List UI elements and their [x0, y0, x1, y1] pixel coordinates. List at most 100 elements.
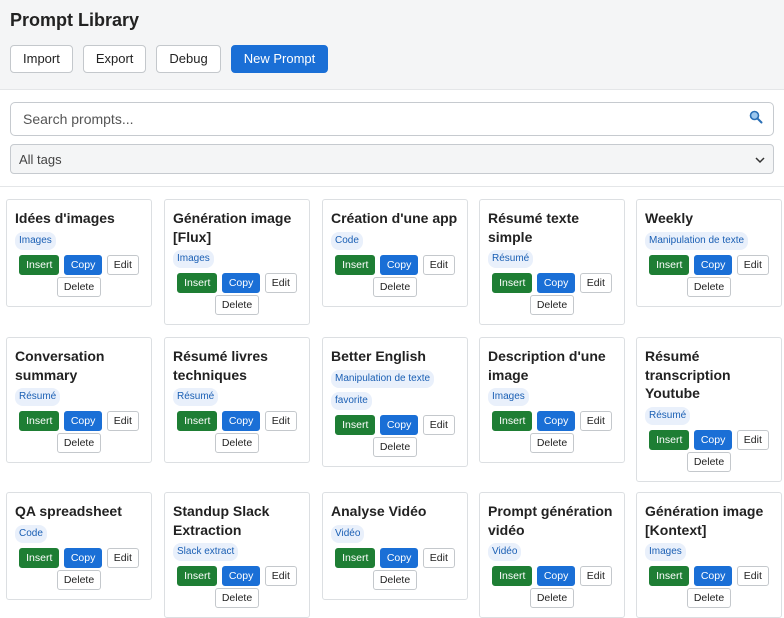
edit-button[interactable]: Edit	[579, 273, 612, 293]
insert-button[interactable]: Insert	[335, 414, 376, 435]
tag-badge[interactable]: Vidéo	[488, 543, 522, 561]
prompt-title: Better English	[331, 348, 426, 364]
insert-button[interactable]: Insert	[492, 411, 533, 431]
copy-button[interactable]: Copy	[536, 566, 576, 586]
insert-button[interactable]: Insert	[177, 566, 218, 586]
insert-button[interactable]: Insert	[19, 254, 60, 275]
import-button[interactable]: Import	[10, 45, 73, 73]
search-placeholder: Search prompts...	[23, 111, 134, 127]
delete-button[interactable]: Delete	[686, 276, 732, 297]
delete-button[interactable]: Delete	[686, 451, 732, 472]
copy-button[interactable]: Copy	[63, 254, 103, 275]
copy-button[interactable]: Copy	[693, 429, 733, 450]
insert-button[interactable]: Insert	[177, 273, 218, 293]
tag-badge[interactable]: Code	[15, 524, 47, 543]
copy-button[interactable]: Copy	[536, 411, 576, 431]
prompt-actions: Insert Copy Edit Delete	[331, 414, 459, 458]
prompt-title: Weekly	[645, 210, 693, 226]
prompt-actions: Insert Copy Edit Delete	[331, 547, 459, 591]
delete-button[interactable]: Delete	[56, 433, 102, 453]
copy-button[interactable]: Copy	[221, 411, 261, 431]
edit-button[interactable]: Edit	[736, 429, 769, 450]
copy-button[interactable]: Copy	[536, 273, 576, 293]
delete-button[interactable]: Delete	[56, 569, 102, 590]
tag-badge[interactable]: favorite	[331, 391, 372, 410]
delete-button[interactable]: Delete	[214, 295, 260, 315]
copy-button[interactable]: Copy	[221, 273, 261, 293]
copy-button[interactable]: Copy	[221, 566, 261, 586]
copy-button[interactable]: Copy	[379, 414, 419, 435]
tag-badge[interactable]: Images	[15, 231, 56, 250]
insert-button[interactable]: Insert	[19, 411, 60, 431]
tag-badge[interactable]: Résumé	[173, 388, 219, 406]
copy-button[interactable]: Copy	[379, 547, 419, 568]
delete-button[interactable]: Delete	[686, 588, 732, 608]
insert-button[interactable]: Insert	[335, 547, 376, 568]
edit-button[interactable]: Edit	[579, 566, 612, 586]
prompt-actions: Insert Copy Edit Delete	[645, 429, 773, 473]
tag-badge[interactable]: Résumé	[645, 406, 691, 425]
delete-button[interactable]: Delete	[56, 276, 102, 297]
prompt-title: Prompt génération vidéo	[488, 503, 613, 538]
search-input[interactable]: Search prompts...	[10, 102, 774, 136]
delete-button[interactable]: Delete	[529, 588, 575, 608]
tags-select[interactable]: All tags	[10, 144, 774, 174]
copy-button[interactable]: Copy	[693, 254, 733, 275]
insert-button[interactable]: Insert	[649, 429, 690, 450]
tag-badge[interactable]: Images	[173, 250, 214, 268]
insert-button[interactable]: Insert	[649, 566, 690, 586]
delete-button[interactable]: Delete	[529, 433, 575, 453]
prompt-card: Résumé texte simple Résumé Insert Copy Edi…	[479, 199, 625, 325]
prompt-actions: Insert Copy Edit Delete	[173, 410, 301, 454]
delete-button[interactable]: Delete	[372, 569, 418, 590]
edit-button[interactable]: Edit	[422, 547, 455, 568]
delete-button[interactable]: Delete	[214, 588, 260, 608]
copy-button[interactable]: Copy	[693, 566, 733, 586]
edit-button[interactable]: Edit	[422, 414, 455, 435]
edit-button[interactable]: Edit	[264, 566, 297, 586]
delete-button[interactable]: Delete	[529, 295, 575, 315]
copy-button[interactable]: Copy	[379, 254, 419, 275]
insert-button[interactable]: Insert	[492, 273, 533, 293]
delete-button[interactable]: Delete	[372, 436, 418, 457]
prompt-title: Génération image [Flux]	[173, 210, 292, 245]
search-area: Search prompts... All tags	[0, 90, 784, 187]
edit-button[interactable]: Edit	[736, 566, 769, 586]
edit-button[interactable]: Edit	[106, 411, 139, 431]
debug-button[interactable]: Debug	[156, 45, 221, 73]
tag-badge[interactable]: Manipulation de texte	[331, 369, 435, 388]
delete-button[interactable]: Delete	[372, 276, 418, 297]
edit-button[interactable]: Edit	[422, 254, 455, 275]
prompt-card: Résumé livres techniques Résumé Insert Cop…	[164, 337, 310, 463]
insert-button[interactable]: Insert	[177, 411, 218, 431]
prompt-actions: Insert Copy Edit Delete	[645, 254, 773, 298]
delete-button[interactable]: Delete	[214, 433, 260, 453]
prompt-title: Création d'une app	[331, 210, 458, 226]
edit-button[interactable]: Edit	[264, 411, 297, 431]
tag-badge[interactable]: Images	[645, 543, 686, 561]
tag-badge[interactable]: Manipulation de texte	[645, 231, 749, 250]
copy-button[interactable]: Copy	[63, 547, 103, 568]
edit-button[interactable]: Edit	[106, 547, 139, 568]
copy-button[interactable]: Copy	[63, 411, 103, 431]
tag-badge[interactable]: Vidéo	[331, 524, 365, 543]
prompt-title: Description d'une image	[488, 348, 606, 383]
insert-button[interactable]: Insert	[492, 566, 533, 586]
search-icon[interactable]	[749, 110, 763, 129]
prompt-actions: Insert Copy Edit Delete	[15, 547, 143, 591]
tag-badge[interactable]: Slack extract	[173, 543, 239, 561]
export-button[interactable]: Export	[82, 45, 147, 73]
tag-badge[interactable]: Images	[488, 388, 529, 406]
insert-button[interactable]: Insert	[19, 547, 60, 568]
edit-button[interactable]: Edit	[736, 254, 769, 275]
prompt-card: Génération image [Kontext] Images Insert C…	[636, 492, 782, 618]
tag-badge[interactable]: Code	[331, 231, 363, 250]
edit-button[interactable]: Edit	[264, 273, 297, 293]
insert-button[interactable]: Insert	[649, 254, 690, 275]
insert-button[interactable]: Insert	[335, 254, 376, 275]
edit-button[interactable]: Edit	[579, 411, 612, 431]
edit-button[interactable]: Edit	[106, 254, 139, 275]
tag-badge[interactable]: Résumé	[15, 388, 61, 406]
new-prompt-button[interactable]: New Prompt	[230, 45, 329, 73]
tag-badge[interactable]: Résumé	[488, 250, 534, 268]
